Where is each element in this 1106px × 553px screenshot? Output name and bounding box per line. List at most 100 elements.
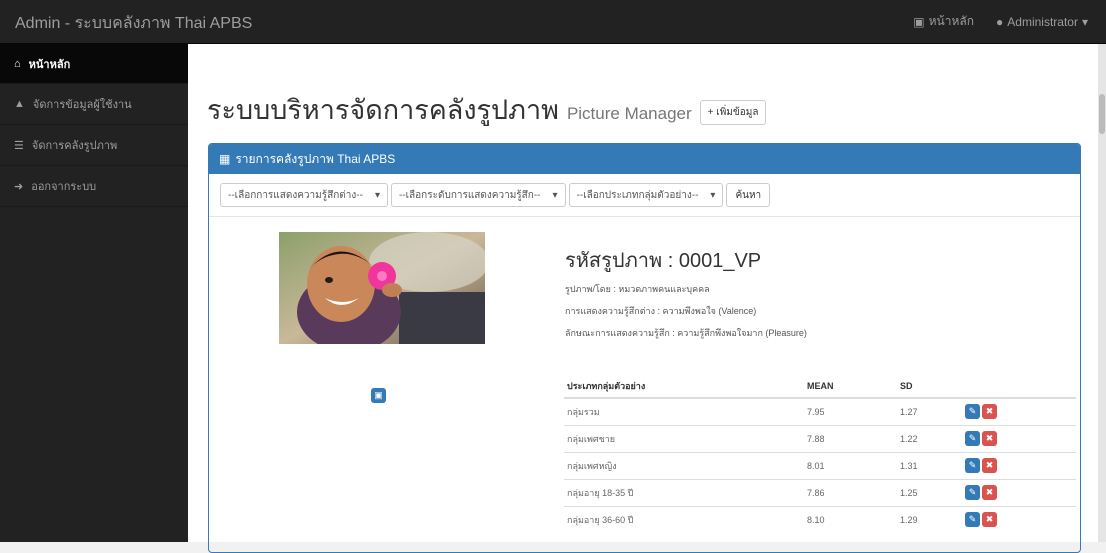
cell-actions: ✎ ✖ <box>962 451 1076 479</box>
search-button[interactable]: ค้นหา <box>726 183 771 207</box>
emotion-dimension-select[interactable]: --เลือกการแสดงความรู้สึกต่าง-- ▾ <box>220 183 388 207</box>
pencil-icon: ✎ <box>968 487 977 497</box>
list-icon: ▦ <box>219 152 231 166</box>
cell-sd: 1.22 <box>897 424 962 452</box>
cell-actions: ✎ ✖ <box>962 505 1076 533</box>
navbar-right: ▣ หน้าหลัก ● Administrator ▾ <box>913 12 1088 31</box>
sign-out-icon: ➜ <box>14 180 24 193</box>
panel-heading-label: รายการคลังรูปภาพ Thai APBS <box>235 151 396 166</box>
page-title: ระบบบริหารจัดการคลังรูปภาพ Picture Manag… <box>207 88 767 131</box>
edit-button[interactable]: ✎ <box>965 458 980 473</box>
trash-icon: ✖ <box>985 433 994 443</box>
pencil-icon: ✎ <box>968 433 977 443</box>
add-data-label: เพิ่มข้อมูล <box>716 107 759 118</box>
edit-button[interactable]: ✎ <box>965 404 980 420</box>
delete-button[interactable]: ✖ <box>982 458 997 473</box>
cell-mean: 8.01 <box>804 451 897 479</box>
table-row: กลุ่มเพศชาย 7.88 1.22 ✎ ✖ <box>564 424 1076 452</box>
cell-group: กลุ่มเพศหญิง <box>564 451 804 479</box>
picture-code: รหัสรูปภาพ : 0001_VP <box>565 250 762 272</box>
pencil-icon: ✎ <box>968 406 977 417</box>
cell-group: กลุ่มเพศชาย <box>564 424 804 452</box>
pencil-icon: ✎ <box>968 514 977 525</box>
delete-button[interactable]: ✖ <box>982 512 997 528</box>
image-icon: ▣ <box>374 390 383 400</box>
cell-sd: 1.25 <box>897 478 962 506</box>
sidebar-item-users[interactable]: ▲ จัดการข้อมูลผู้ใช้งาน <box>0 84 188 125</box>
sidebar-item-home[interactable]: ⌂ หน้าหลัก <box>0 44 188 84</box>
table-row: กลุ่มอายุ 18-35 ปี 7.86 1.25 ✎ ✖ <box>564 478 1076 506</box>
cell-actions: ✎ ✖ <box>962 424 1076 452</box>
edit-button[interactable]: ✎ <box>965 485 980 500</box>
scrollbar-thumb[interactable] <box>1099 94 1105 134</box>
picture-dimension: การแสดงความรู้สึกต่าง : ความพึงพอใจ (Val… <box>565 306 757 316</box>
brand-title[interactable]: Admin - ระบบคลังภาพ Thai APBS <box>15 11 252 36</box>
page-title-english: Picture Manager <box>566 104 692 123</box>
cell-actions: ✎ ✖ <box>962 478 1076 506</box>
header-actions <box>962 374 1076 399</box>
cell-group: กลุ่มอายุ 18-35 ปี <box>564 478 804 506</box>
caret-down-icon: ▾ <box>374 189 380 201</box>
picture-list-panel: ▦ รายการคลังรูปภาพ Thai APBS --เลือกการแ… <box>208 143 1081 553</box>
pencil-icon: ✎ <box>968 460 977 470</box>
cell-mean: 7.95 <box>804 397 897 425</box>
sidebar-item-label: หน้าหลัก <box>28 58 71 71</box>
trash-icon: ✖ <box>985 406 994 417</box>
panel-heading: ▦ รายการคลังรูปภาพ Thai APBS <box>209 144 1080 174</box>
add-data-button[interactable]: + เพิ่มข้อมูล <box>699 100 767 125</box>
delete-button[interactable]: ✖ <box>982 404 997 420</box>
edit-button[interactable]: ✎ <box>965 431 980 446</box>
table-row: กลุ่มอายุ 36-60 ปี 8.10 1.29 ✎ ✖ <box>564 505 1076 533</box>
home-icon: ⌂ <box>14 57 21 70</box>
picture-feeling: ลักษณะการแสดงความรู้สึก : ความรู้สึกพึงพ… <box>565 328 807 338</box>
cell-group: กลุ่มรวม <box>564 397 804 425</box>
picture-thumbnail <box>279 232 485 344</box>
sidebar-item-logout[interactable]: ➜ ออกจากระบบ <box>0 166 188 207</box>
select-value: --เลือกประเภทกลุ่มตัวอย่าง-- <box>576 189 699 201</box>
view-image-button[interactable]: ▣ <box>371 388 386 403</box>
cell-sd: 1.29 <box>897 505 962 533</box>
user-icon: ● <box>996 14 1004 29</box>
sample-group-select[interactable]: --เลือกประเภทกลุ่มตัวอย่าง-- ▾ <box>568 183 724 207</box>
delete-button[interactable]: ✖ <box>982 431 997 446</box>
delete-button[interactable]: ✖ <box>982 485 997 500</box>
edit-button[interactable]: ✎ <box>965 512 980 528</box>
table-row: กลุ่มรวม 7.95 1.27 ✎ ✖ <box>564 397 1076 425</box>
user-menu[interactable]: ● Administrator ▾ <box>996 12 1088 31</box>
top-navbar: Admin - ระบบคลังภาพ Thai APBS ▣ หน้าหลัก… <box>0 0 1106 44</box>
list-icon: ☰ <box>14 139 24 152</box>
cell-mean: 7.88 <box>804 424 897 452</box>
home-link-label: หน้าหลัก <box>928 14 975 28</box>
sidebar-item-label: ออกจากระบบ <box>31 181 97 193</box>
trash-icon: ✖ <box>985 460 994 470</box>
picture-category: รูปภาพ/โดย : หมวดภาพคนและบุคคล <box>565 284 710 294</box>
sidebar: ⌂ หน้าหลัก ▲ จัดการข้อมูลผู้ใช้งาน ☰ จัด… <box>0 44 188 542</box>
header-sd: SD <box>897 374 962 399</box>
cell-group: กลุ่มอายุ 36-60 ปี <box>564 505 804 533</box>
monitor-icon: ▣ <box>913 14 925 29</box>
table-header-row: ประเภทกลุ่มตัวอย่าง MEAN SD <box>564 374 1076 399</box>
picture-info: รหัสรูปภาพ : 0001_VP รูปภาพ/โดย : หมวดภา… <box>565 244 807 348</box>
header-group: ประเภทกลุ่มตัวอย่าง <box>564 374 804 399</box>
cell-sd: 1.31 <box>897 451 962 479</box>
page-title-thai: ระบบบริหารจัดการคลังรูปภาพ <box>207 95 559 125</box>
trash-icon: ✖ <box>985 514 994 525</box>
cell-mean: 8.10 <box>804 505 897 533</box>
user-icon: ▲ <box>14 98 25 110</box>
select-value: --เลือกระดับการแสดงความรู้สึก-- <box>398 189 541 201</box>
emotion-level-select[interactable]: --เลือกระดับการแสดงความรู้สึก-- ▾ <box>390 183 566 207</box>
sidebar-item-pictures[interactable]: ☰ จัดการคลังรูปภาพ <box>0 125 188 166</box>
sidebar-item-label: จัดการคลังรูปภาพ <box>31 140 118 152</box>
caret-down-icon: ▾ <box>552 189 558 201</box>
sidebar-item-label: จัดการข้อมูลผู้ใช้งาน <box>32 99 132 111</box>
caret-down-icon: ▾ <box>710 189 716 201</box>
page-scrollbar[interactable] <box>1098 44 1106 542</box>
header-mean: MEAN <box>804 374 897 399</box>
home-link[interactable]: ▣ หน้าหลัก <box>913 12 974 31</box>
main-content: ระบบบริหารจัดการคลังรูปภาพ Picture Manag… <box>188 44 1106 553</box>
plus-icon: + <box>707 107 714 118</box>
trash-icon: ✖ <box>985 487 994 497</box>
user-menu-label: Administrator <box>1007 14 1078 29</box>
select-value: --เลือกการแสดงความรู้สึกต่าง-- <box>228 189 363 201</box>
filter-row: --เลือกการแสดงความรู้สึกต่าง-- ▾ --เลือก… <box>209 174 1080 217</box>
